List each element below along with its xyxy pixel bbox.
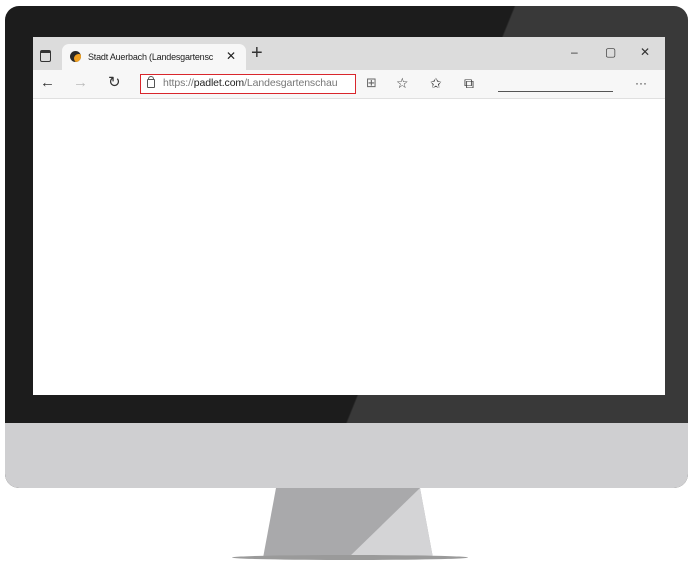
minimize-icon[interactable]: – <box>571 45 578 59</box>
monitor-chin <box>5 423 688 488</box>
split-screen-icon[interactable]: ⊞ <box>366 74 377 92</box>
browser-window: Stadt Auerbach (Landesgartensc ✕ + – ▢ ✕… <box>33 37 665 395</box>
close-window-icon[interactable]: ✕ <box>640 45 650 59</box>
more-options-icon[interactable]: ··· <box>635 74 647 92</box>
maximize-icon[interactable]: ▢ <box>605 45 616 59</box>
back-icon[interactable]: ← <box>40 74 55 92</box>
forward-icon[interactable]: → <box>73 74 88 92</box>
url-path: /Landesgartenschau <box>244 77 338 89</box>
favorites-icon[interactable]: ✩ <box>430 74 442 92</box>
tab-bar: Stadt Auerbach (Landesgartensc ✕ + – ▢ ✕ <box>33 37 665 70</box>
tab-active[interactable]: Stadt Auerbach (Landesgartensc ✕ <box>62 44 246 70</box>
toolbar: ← → ↻ https://padlet.com/Landesgartensch… <box>33 70 665 99</box>
tab-title: Stadt Auerbach (Landesgartensc <box>88 52 214 62</box>
stand-base <box>232 555 468 560</box>
padlet-favicon-icon <box>70 51 81 62</box>
address-url[interactable]: https://padlet.com/Landesgartenschau <box>163 77 338 89</box>
url-scheme: https:// <box>163 77 194 89</box>
toolbar-divider <box>498 91 613 92</box>
new-tab-button[interactable]: + <box>251 41 263 65</box>
add-favorite-icon[interactable]: ☆ <box>396 74 409 92</box>
tab-close-icon[interactable]: ✕ <box>226 49 236 63</box>
url-domain: padlet.com <box>193 77 245 89</box>
lock-icon[interactable] <box>147 76 155 88</box>
collections-icon[interactable]: ⧉ <box>464 74 474 92</box>
refresh-icon[interactable]: ↻ <box>108 74 121 92</box>
monitor-stand <box>263 488 433 558</box>
address-bar[interactable]: https://padlet.com/Landesgartenschau <box>140 74 356 94</box>
tab-actions-icon[interactable] <box>40 50 51 62</box>
